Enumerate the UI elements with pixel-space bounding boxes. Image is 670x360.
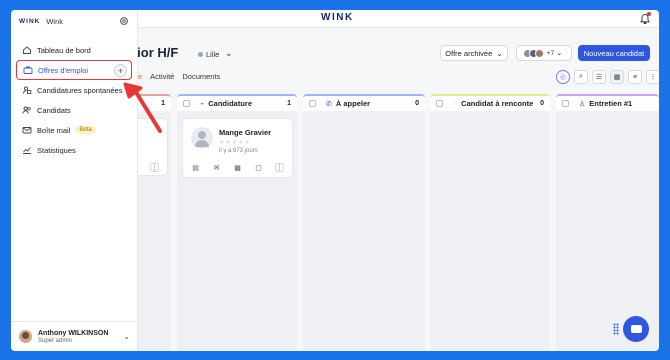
column-select-checkbox[interactable] — [436, 100, 443, 107]
candidate-avatar — [191, 127, 213, 149]
column-count: 0 — [415, 100, 419, 107]
job-tabs: e Activité Documents — [138, 72, 228, 81]
avatar — [19, 330, 32, 343]
briefcase-icon — [23, 66, 33, 74]
app-window: WINK enior H/F Lille ⌄ Offre archivée ⌄ … — [11, 10, 659, 351]
candidate-name: Mange Gravier — [219, 128, 272, 137]
sidebar-item-label: Offres d'emploi — [38, 65, 89, 75]
pipeline-column: ♙ Entretien #1 — [556, 94, 659, 351]
sidebar-item-label: Candidatures spontanées — [37, 85, 123, 95]
column-header: ♙ Entretien #1 — [556, 94, 659, 111]
drag-handle-icon[interactable] — [613, 323, 619, 335]
sidebar-item-spontaneous-applications[interactable]: Candidatures spontanées — [16, 80, 132, 100]
tab-activity[interactable]: Activité — [150, 72, 174, 81]
tab-documents[interactable]: Documents — [182, 72, 220, 81]
meeting-icon: ◌ — [453, 100, 458, 107]
column-header: ◌ Candidat à renconte 0 — [430, 94, 550, 111]
team-count: +7 — [546, 49, 555, 57]
team-members-button[interactable]: +7 ⌄ — [516, 45, 572, 61]
chat-bubble-icon — [630, 325, 642, 333]
column-select-checkbox[interactable] — [562, 100, 569, 107]
candidate-card[interactable]: Mange Gravier ★★★★★ il y a 973 jours ▤ ✉… — [182, 118, 293, 178]
organization-name: Wink — [46, 16, 64, 26]
sidebar-nav: Tableau de bord Offres d'emploi + Candid… — [11, 40, 137, 160]
sidebar-item-candidates[interactable]: Candidats — [16, 100, 132, 120]
sidebar-item-label: Statistiques — [37, 145, 76, 155]
pipeline-column: ✆ À appeler 0 — [303, 94, 425, 351]
home-icon — [23, 46, 31, 54]
user-role: Super admin — [38, 337, 73, 344]
column-header: ◒ Candidature 1 — [177, 94, 297, 111]
card-more-icon[interactable]: ⋮ — [275, 163, 284, 172]
column-name: Entretien #1 — [589, 99, 633, 108]
search-icon[interactable]: ⌕ — [574, 70, 588, 84]
gear-icon[interactable] — [119, 16, 129, 26]
sidebar-header: WINK Wink — [11, 10, 137, 32]
candidate-rating[interactable]: ★★★★★ — [219, 139, 251, 146]
job-location: Lille — [198, 50, 219, 59]
location-label: Lille — [206, 50, 220, 59]
column-select-checkbox[interactable] — [309, 100, 316, 107]
notification-bell-icon[interactable] — [639, 12, 651, 25]
candidature-icon: ◒ — [200, 100, 205, 107]
sidebar-item-job-offers[interactable]: Offres d'emploi + — [16, 60, 132, 80]
sidebar-item-statistics[interactable]: Statistiques — [16, 140, 132, 160]
wink-logo: WINK — [19, 17, 41, 25]
brand-logo: WINK — [321, 12, 354, 23]
chat-support-button[interactable] — [623, 316, 649, 342]
column-select-checkbox[interactable] — [183, 100, 190, 107]
kanban-view-icon[interactable]: ▦ — [610, 70, 624, 84]
candidate-time: il y a 973 jours — [219, 148, 258, 154]
column-name: Candidature — [208, 99, 252, 108]
archived-offer-label: Offre archivée — [445, 48, 493, 58]
comment-icon[interactable]: ▢ — [254, 163, 263, 172]
archived-offer-select[interactable]: Offre archivée ⌄ — [440, 45, 508, 61]
beta-badge: Beta — [75, 126, 96, 134]
sidebar-item-label: Boîte mail — [37, 125, 71, 135]
chevron-down-icon: ⌄ — [556, 50, 563, 57]
pipeline-column: ◌ Candidat à renconte 0 — [430, 94, 550, 351]
mail-icon — [22, 127, 32, 134]
ai-sparkle-icon[interactable]: ◎ — [556, 70, 570, 84]
column-name: À appeler — [335, 99, 371, 108]
chart-icon — [23, 147, 31, 154]
tab-partial[interactable]: e — [138, 72, 142, 81]
column-header: ✆ À appeler 0 — [303, 94, 425, 111]
sidebar-item-label: Candidats — [37, 105, 71, 115]
user-name: Anthony WILKINSON — [38, 329, 109, 337]
user-menu[interactable]: Anthony WILKINSON Super admin ⌄ — [11, 321, 138, 351]
board-toolbar: ◎ ⌕ ☰ ▦ ≡ ⋮ — [552, 70, 659, 84]
job-chevron-down-icon[interactable]: ⌄ — [225, 48, 233, 59]
new-candidate-button[interactable]: Nouveau candidat — [578, 45, 650, 61]
location-dot-icon — [198, 52, 203, 57]
sidebar-item-dashboard[interactable]: Tableau de bord — [16, 40, 132, 60]
sidebar-item-mailbox[interactable]: Boîte mail Beta — [16, 120, 132, 140]
column-name: Candidat à renconte — [461, 99, 534, 108]
notification-dot — [647, 12, 651, 16]
user-inbox-icon — [22, 86, 32, 94]
phone-icon: ✆ — [326, 100, 332, 108]
chevron-down-icon: ⌄ — [123, 332, 130, 341]
add-job-offer-button[interactable]: + — [114, 64, 127, 77]
team-avatar — [534, 48, 544, 58]
card-more-icon[interactable]: ⋮ — [150, 163, 159, 172]
users-icon — [22, 106, 31, 114]
filter-icon[interactable]: ☰ — [592, 70, 606, 84]
calendar-icon[interactable]: ▦ — [233, 163, 242, 172]
mail-icon[interactable]: ✉ — [212, 163, 221, 172]
sidebar-item-label: Tableau de bord — [37, 45, 91, 55]
column-count: 1 — [161, 100, 165, 107]
column-count: 1 — [287, 100, 291, 107]
chevron-down-icon: ⌄ — [496, 48, 503, 58]
sidebar: WINK Wink Tableau de bord Offres d'emplo… — [11, 10, 138, 351]
unread-dot — [126, 88, 130, 92]
column-count: 0 — [540, 100, 544, 107]
pipeline-column: ◒ Candidature 1 Mange Gravier ★★★★★ il y… — [177, 94, 297, 351]
card-actions: ▤ ✉ ▦ ▢ — [191, 163, 275, 172]
document-icon[interactable]: ▤ — [191, 163, 200, 172]
interview-icon: ♙ — [579, 100, 586, 108]
list-view-icon[interactable]: ≡ — [628, 70, 642, 84]
more-vertical-icon[interactable]: ⋮ — [646, 70, 659, 84]
